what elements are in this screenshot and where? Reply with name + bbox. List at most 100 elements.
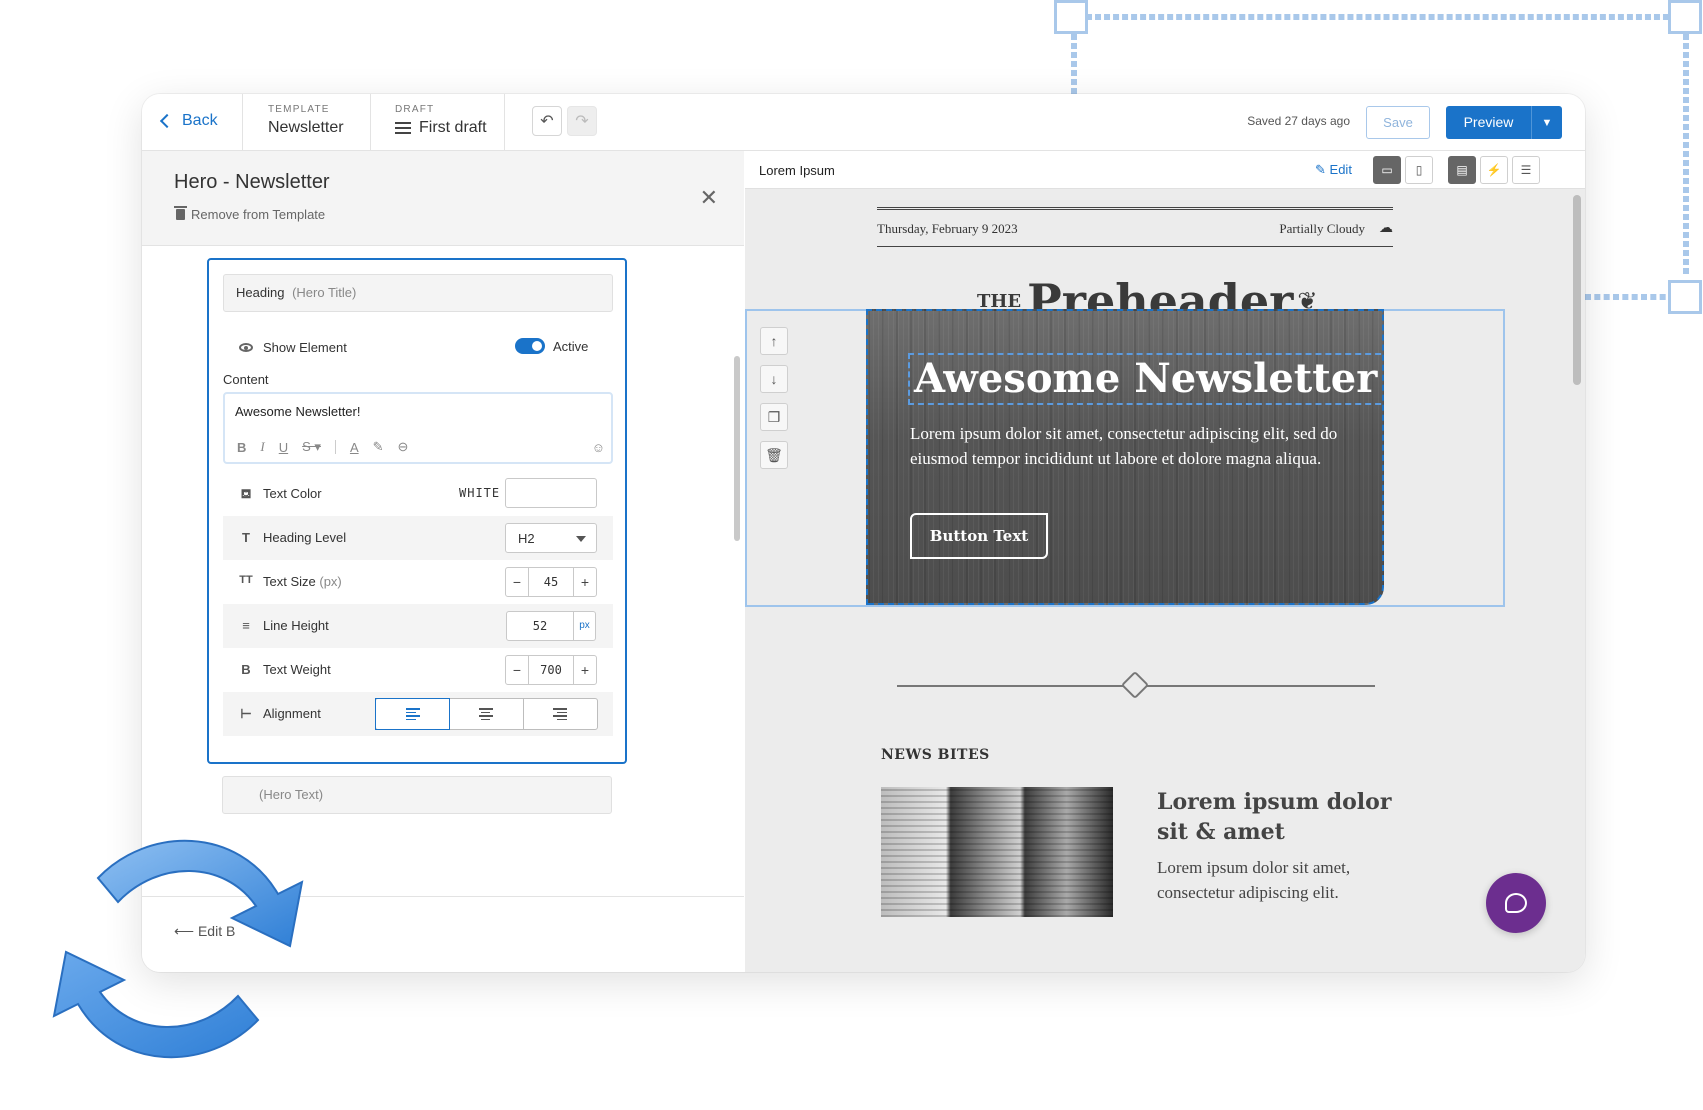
preview-button[interactable]: Preview ▼ [1446,106,1562,139]
hero-text[interactable]: Lorem ipsum dolor sit amet, consectetur … [910,421,1340,471]
template-label: TEMPLATE [268,104,330,115]
text-size-value[interactable]: 45 [528,568,574,596]
text-size-label-wrap: Text Size (px) [263,574,342,589]
line-height-input[interactable]: 52 [506,611,574,641]
chevron-down-icon[interactable]: ▼ [1532,117,1562,129]
text-weight-row: B Text Weight − 700 + [223,648,613,692]
align-center-button[interactable] [449,699,524,729]
bolt-view-button[interactable]: ⚡ [1480,156,1508,184]
toolbar-separator [334,440,336,454]
text-weight-stepper[interactable]: − 700 + [505,655,597,685]
trash-icon: 🗑 [765,446,783,463]
align-left-button[interactable] [375,698,451,730]
content-editor[interactable]: Awesome Newsletter! B I U S ▾ A ✎ ⊖ ☺ [223,392,613,464]
deco-dash-mid [1585,294,1675,300]
content-text[interactable]: Awesome Newsletter! [235,404,360,419]
mobile-view-button[interactable]: ▯ [1405,156,1433,184]
link-icon[interactable]: ⊖ [398,439,409,455]
line-height-unit-button[interactable]: px [574,611,596,641]
alignment-icon: ⊢ [240,706,252,721]
redo-button[interactable]: ↷ [567,106,597,136]
save-button[interactable]: Save [1366,106,1430,139]
move-down-button[interactable]: ↓ [760,365,788,393]
preview-scrollbar[interactable] [1573,195,1581,385]
undo-button[interactable]: ↶ [532,106,562,136]
hero-button[interactable]: Button Text [910,513,1048,559]
hero-block[interactable]: Awesome Newsletter! Lorem ipsum dolor si… [866,309,1384,605]
active-toggle[interactable] [515,338,545,354]
heading-level-row: T Heading Level H2 [223,516,613,560]
bold-icon[interactable]: B [237,440,246,455]
decrement-button[interactable]: − [506,656,528,684]
heading-field-header[interactable]: Heading (Hero Title) [223,274,613,312]
align-right-button[interactable] [524,699,597,729]
text-size-stepper[interactable]: − 45 + [505,567,597,597]
emoji-icon[interactable]: ☺ [592,440,605,455]
text-size-unit: (px) [319,574,342,589]
hero-title[interactable]: Awesome Newsletter! [908,353,1382,405]
strikethrough-icon[interactable]: S ▾ [302,439,321,455]
text-size-row: TT Text Size (px) − 45 + [223,560,613,604]
layout-view-button[interactable]: ▤ [1448,156,1476,184]
preview-panel: Lorem Ipsum ✎ Edit ▭ ▯ ▤ ⚡ ☰ ↑ ↓ ❐ 🗑 Thu… [745,151,1585,972]
highlight-icon[interactable]: ✎ [373,439,384,455]
draft-value: First draft [419,119,487,136]
close-icon[interactable]: ✕ [700,185,718,211]
sync-icon [52,839,304,1059]
text-weight-label: Text Weight [263,662,331,677]
alignment-group [375,698,598,730]
chat-button[interactable] [1486,873,1546,933]
edit-link[interactable]: ✎ Edit [1315,162,1352,178]
hero-tools: ↑ ↓ ❐ 🗑 [760,327,788,469]
undo-icon: ↶ [540,113,554,130]
text-view-button[interactable]: ☰ [1512,156,1540,184]
color-swatch[interactable] [505,478,597,508]
desktop-view-button[interactable]: ▭ [1373,156,1401,184]
text-weight-value[interactable]: 700 [528,656,574,684]
news-section-label: NEWS BITES [881,747,990,763]
desktop-icon: ▭ [1381,163,1393,177]
heading-level-select[interactable]: H2 [505,523,597,553]
text-color-icon[interactable]: A [350,440,359,455]
underline-icon[interactable]: U [279,440,288,455]
decrement-button[interactable]: − [506,568,528,596]
trash-icon [174,206,187,220]
increment-button[interactable]: + [574,568,596,596]
delete-button[interactable]: 🗑 [760,441,788,469]
heading-field-label: Heading [236,285,285,300]
bolt-icon: ⚡ [1486,163,1502,177]
copy-icon: ❐ [767,408,781,425]
email-weather: Partially Cloudy [1279,221,1365,236]
heading-field-sub: (Hero Title) [292,285,357,300]
saved-status: Saved 27 days ago [1247,114,1350,128]
text-size-icon: TT [239,574,253,586]
show-element-row: Show Element [239,340,347,355]
draft-selector[interactable]: First draft [395,119,487,137]
italic-icon[interactable]: I [260,439,264,455]
divider [242,94,243,151]
content-label: Content [223,372,269,387]
increment-button[interactable]: + [574,656,596,684]
draft-info[interactable]: DRAFT First draft [395,104,487,137]
back-label: Back [182,112,218,129]
line-height-row: ≡ Line Height 52 px [223,604,613,648]
panel-scrollbar[interactable] [734,356,740,541]
heading-icon: T [242,530,250,545]
text-color-row: ⛾ Text Color WHITE [223,472,613,516]
line-height-label: Line Height [263,618,329,633]
rte-toolbar: B I U S ▾ A ✎ ⊖ ☺ [237,438,605,456]
divider [370,94,371,151]
lines-icon: ☰ [1520,163,1532,177]
alignment-label: Alignment [263,706,321,721]
deco-corner-tr [1668,0,1702,34]
remove-label: Remove from Template [191,207,326,222]
mobile-icon: ▯ [1415,163,1423,177]
move-up-button[interactable]: ↑ [760,327,788,355]
paint-bucket-icon: ⛾ [240,486,252,501]
heading-element-card: Heading (Hero Title) Show Element Active… [207,258,627,764]
duplicate-button[interactable]: ❐ [760,403,788,431]
news-headline: Lorem ipsum dolor sit & amet [1157,789,1392,845]
preview-toolbar: Lorem Ipsum ✎ Edit ▭ ▯ ▤ ⚡ ☰ [745,151,1585,189]
back-button[interactable]: Back [159,112,218,130]
remove-from-template-button[interactable]: Remove from Template [174,206,326,222]
